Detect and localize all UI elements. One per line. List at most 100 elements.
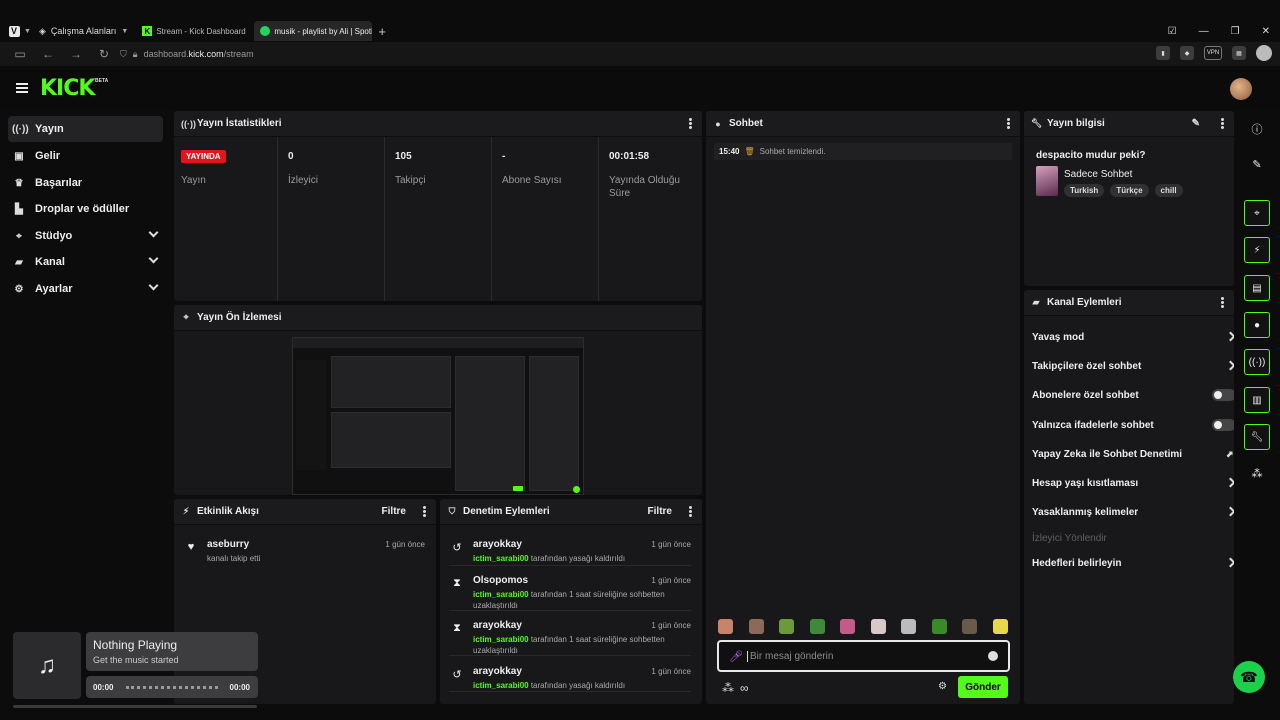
edit-pencil-icon[interactable]: ✎: [1250, 158, 1264, 172]
rail-notes-button[interactable]: ▤: [1244, 275, 1270, 301]
sidebar-item-studyo[interactable]: ⌖ Stüdyo: [8, 223, 163, 249]
user-avatar[interactable]: [1230, 78, 1252, 100]
profile-avatar[interactable]: [1256, 45, 1272, 61]
mod-target-user[interactable]: arayokkay: [473, 620, 522, 631]
action-goals[interactable]: Hedefleri belirleyin: [1032, 553, 1234, 573]
category-name[interactable]: Sadece Sohbet: [1064, 169, 1132, 180]
close-window-button[interactable]: ✕: [1262, 26, 1270, 37]
extension-icon[interactable]: ◆: [1180, 46, 1194, 60]
info-icon[interactable]: ⓘ: [1250, 121, 1264, 136]
mod-target-user[interactable]: arayokkay: [473, 539, 522, 550]
music-info[interactable]: Nothing Playing Get the music started: [86, 632, 258, 671]
edit-pencil-icon[interactable]: ✎: [1192, 118, 1200, 129]
more-options-icon[interactable]: [689, 506, 692, 517]
sidebar-item-ayarlar[interactable]: ⚙ Ayarlar: [8, 276, 163, 302]
rail-channel-button[interactable]: ▥: [1244, 387, 1270, 413]
sidebar-item-gelir[interactable]: ▣ Gelir: [8, 143, 163, 169]
back-icon[interactable]: ←: [40, 47, 56, 61]
music-subtitle: Get the music started: [93, 655, 179, 665]
action-slow-mode[interactable]: Yavaş mod: [1032, 327, 1234, 347]
filter-button[interactable]: Filtre: [648, 506, 672, 517]
kick-logo[interactable]: KICK: [40, 76, 95, 101]
maximize-button[interactable]: ❐: [1231, 26, 1240, 37]
emoji-picker-icon[interactable]: [988, 651, 998, 661]
mod-target-user[interactable]: Olsopomos: [473, 575, 528, 586]
kick-points-icon[interactable]: ⁂: [722, 681, 734, 695]
activity-user[interactable]: aseburry: [207, 539, 249, 550]
emote-button[interactable]: [992, 619, 1008, 634]
horizontal-scrollbar[interactable]: [13, 705, 257, 708]
stream-preview-video[interactable]: [292, 337, 584, 495]
sidebar-item-kanal[interactable]: ▰ Kanal: [8, 249, 163, 275]
chat-timestamp: 15:40: [719, 147, 740, 156]
hamburger-menu-icon[interactable]: [16, 83, 28, 93]
tag[interactable]: chill: [1154, 184, 1183, 197]
emote-button[interactable]: [870, 619, 886, 634]
sidebar-item-yayin[interactable]: ((·)) Yayın: [8, 116, 163, 142]
new-tab-button[interactable]: +: [378, 24, 386, 39]
more-options-icon[interactable]: [689, 118, 692, 129]
emote-button[interactable]: [809, 619, 825, 634]
chat-settings-icon[interactable]: ⚙: [938, 681, 947, 692]
sidebar-item-basarilar[interactable]: ♛ Başarılar: [8, 170, 163, 196]
emote-button[interactable]: [748, 619, 764, 634]
microphone-icon[interactable]: 🎤︎: [729, 650, 743, 663]
emote-button[interactable]: [779, 619, 795, 634]
tag[interactable]: Türkçe: [1110, 184, 1149, 197]
bookmark-icon[interactable]: ▮: [1156, 46, 1170, 60]
rail-activity-button[interactable]: ⚡︎: [1244, 237, 1270, 263]
send-button[interactable]: Gönder: [958, 676, 1008, 698]
tab-spotify[interactable]: musik - playlist by Ali | Spotify: [254, 21, 373, 41]
calendar-icon[interactable]: ▦: [1232, 46, 1246, 60]
more-options-icon[interactable]: [1221, 297, 1224, 308]
more-options-icon[interactable]: [1221, 118, 1224, 129]
panel-toggle-icon[interactable]: ▭: [12, 47, 28, 61]
action-ai-moderation[interactable]: Yapay Zeka ile Sohbet Denetimi ⬈: [1032, 444, 1234, 464]
tab-kick-dashboard[interactable]: K Stream - Kick Dashboard: [136, 21, 254, 41]
music-seek-slider[interactable]: [126, 686, 218, 689]
emote-button[interactable]: [901, 619, 917, 634]
emote-button[interactable]: [931, 619, 947, 634]
mod-time: 1 gün önce: [651, 667, 691, 676]
subscribers-only-toggle[interactable]: [1212, 389, 1234, 401]
emote-button[interactable]: [840, 619, 856, 634]
tag[interactable]: Turkish: [1064, 184, 1105, 197]
more-options-icon[interactable]: [1007, 118, 1010, 129]
workspaces-button[interactable]: ◈ Çalışma Alanları ▼: [39, 26, 128, 37]
reload-icon[interactable]: ↻: [96, 47, 112, 61]
infinity-icon[interactable]: ∞: [740, 681, 749, 695]
support-button[interactable]: ☎: [1233, 661, 1265, 693]
rail-stats-button[interactable]: ((·)): [1244, 349, 1270, 375]
minimize-button[interactable]: —: [1199, 26, 1209, 37]
rail-info-button[interactable]: 🔧︎: [1244, 424, 1270, 450]
category-thumbnail[interactable]: [1036, 166, 1058, 196]
emote-button[interactable]: [718, 619, 733, 634]
forward-icon[interactable]: →: [68, 47, 84, 61]
more-options-icon[interactable]: [423, 506, 426, 517]
sidebar-item-label: Gelir: [35, 150, 61, 162]
mod-actor[interactable]: ictim_sarabi00: [473, 635, 529, 644]
sidebar-item-droplar[interactable]: ▙ Droplar ve ödüller: [8, 196, 163, 222]
panel-title: Etkinlik Akışı: [197, 506, 259, 517]
vivaldi-menu-icon[interactable]: V: [6, 24, 22, 38]
mod-actor[interactable]: ictim_sarabi00: [473, 554, 529, 563]
broadcast-icon: ((·)): [1248, 356, 1266, 368]
filter-button[interactable]: Filtre: [382, 506, 406, 517]
action-banned-words[interactable]: Yasaklanmış kelimeler: [1032, 502, 1234, 522]
action-account-age[interactable]: Hesap yaşı kısıtlaması: [1032, 473, 1234, 493]
rail-chat-button[interactable]: ●: [1244, 312, 1270, 338]
rail-preview-button[interactable]: ⌖: [1244, 200, 1270, 226]
emote-button[interactable]: [962, 619, 978, 634]
add-widget-icon[interactable]: ⁂: [1250, 467, 1264, 481]
mod-target-user[interactable]: arayokkay: [473, 666, 522, 677]
chevron-down-icon[interactable]: ▼: [24, 28, 31, 35]
mod-actor[interactable]: ictim_sarabi00: [473, 681, 529, 690]
vpn-button[interactable]: VPN: [1204, 46, 1222, 60]
tab-search-icon[interactable]: ☑: [1168, 26, 1177, 37]
chat-message-input[interactable]: 🎤︎ Bir mesaj gönderin: [717, 640, 1010, 672]
emotes-only-toggle[interactable]: [1212, 419, 1234, 431]
action-followers-only[interactable]: Takipçilere özel sohbet: [1032, 356, 1234, 376]
mod-actor[interactable]: ictim_sarabi00: [473, 590, 529, 599]
url-field[interactable]: ⛉ 🔒︎ dashboard.kick.com/stream: [120, 49, 254, 60]
activity-time: 1 gün önce: [385, 540, 425, 549]
